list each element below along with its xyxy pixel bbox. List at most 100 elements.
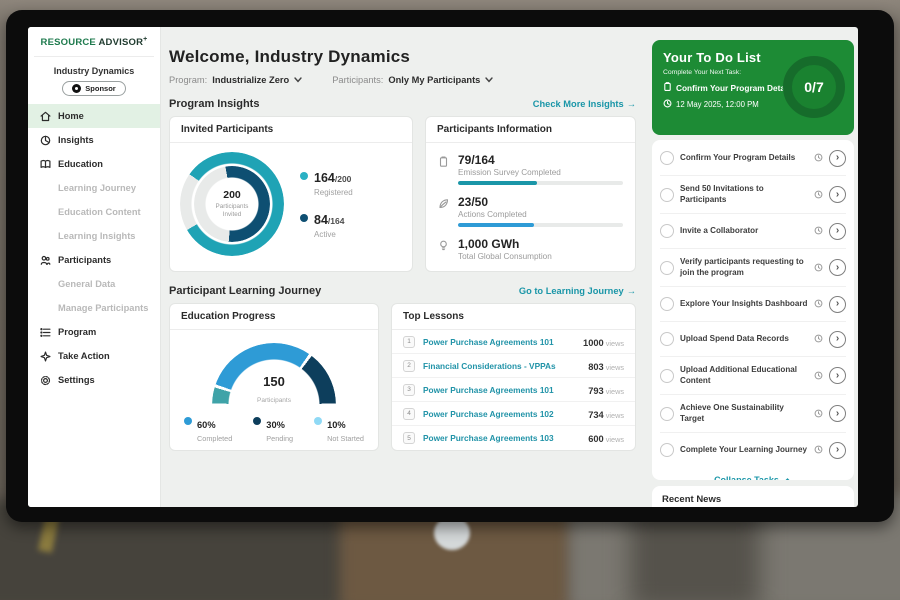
lesson-link[interactable]: Power Purchase Agreements 101 — [423, 385, 580, 395]
check-more-insights-link[interactable]: Check More Insights→ — [533, 99, 636, 109]
task-open-button[interactable]: › — [829, 186, 846, 203]
chevron-up-icon — [783, 478, 792, 480]
lesson-row: 4 Power Purchase Agreements 102 734 view… — [392, 402, 635, 426]
education-progress-card-title: Education Progress — [170, 304, 378, 330]
task-checkbox[interactable] — [660, 261, 674, 275]
chevron-down-icon — [294, 75, 302, 85]
photo-background: RESOURCE ADVISOR+ Industry Dynamics Spon… — [0, 0, 900, 600]
legend-item-pending: 30% Pending — [253, 415, 293, 443]
lesson-link[interactable]: Financial Considerations - VPPAs — [423, 361, 580, 371]
task-row: Complete Your Learning Journey › — [660, 433, 846, 467]
lesson-row: 5 Power Purchase Agreements 103 600 view… — [392, 426, 635, 450]
sidebar-item-home[interactable]: Home — [28, 104, 160, 128]
task-open-button[interactable]: › — [829, 223, 846, 240]
lesson-rank-badge: 1 — [403, 336, 415, 348]
sidebar-item-label: General Data — [58, 279, 115, 289]
todo-progress-ring: 0/7 — [783, 56, 845, 118]
sidebar-item-label: Home — [58, 111, 84, 121]
go-to-learning-journey-link[interactable]: Go to Learning Journey→ — [519, 286, 636, 296]
sidebar-item-label: Participants — [58, 255, 111, 265]
sidebar-item-learning-insights[interactable]: Learning Insights — [28, 224, 160, 248]
task-clock-icon — [814, 405, 823, 423]
education-progress-card: Education Progress 150 Participants — [169, 303, 379, 451]
lesson-row: 2 Financial Considerations - VPPAs 803 v… — [392, 354, 635, 378]
task-clock-icon — [814, 149, 823, 167]
lesson-link[interactable]: Power Purchase Agreements 103 — [423, 433, 580, 443]
task-row: Confirm Your Program Details › — [660, 141, 846, 176]
lesson-rank-badge: 4 — [403, 408, 415, 420]
sidebar-item-label: Take Action — [58, 351, 110, 361]
sidebar: RESOURCE ADVISOR+ Industry Dynamics Spon… — [28, 27, 161, 507]
logo-secondary: ADVISOR — [98, 37, 143, 48]
task-checkbox[interactable] — [660, 224, 674, 238]
task-row: Verify participants requesting to join t… — [660, 249, 846, 287]
task-row: Send 50 Invitations to Participants › — [660, 176, 846, 214]
bulb-icon — [438, 237, 450, 261]
participants-information-card-title: Participants Information — [426, 117, 635, 143]
task-open-button[interactable]: › — [829, 367, 846, 384]
sidebar-item-label: Insights — [58, 135, 94, 145]
insights-icon — [40, 135, 51, 146]
sidebar-item-manage-participants[interactable]: Manage Participants — [28, 296, 160, 320]
lesson-link[interactable]: Power Purchase Agreements 102 — [423, 409, 580, 419]
task-row: Achieve One Sustainability Target › — [660, 395, 846, 433]
education-icon — [40, 159, 51, 170]
take-action-icon — [40, 351, 51, 362]
sidebar-item-label: Manage Participants — [58, 303, 148, 313]
sidebar-item-participants[interactable]: Participants — [28, 248, 160, 272]
task-checkbox[interactable] — [660, 407, 674, 421]
sidebar-item-insights[interactable]: Insights — [28, 128, 160, 152]
logo-primary: RESOURCE — [41, 37, 96, 48]
task-checkbox[interactable] — [660, 369, 674, 383]
task-open-button[interactable]: › — [829, 405, 846, 422]
donut-center-label: Participants Invited — [208, 203, 256, 219]
task-open-button[interactable]: › — [829, 296, 846, 313]
task-checkbox[interactable] — [660, 332, 674, 346]
logo-plus: + — [143, 36, 147, 43]
app-logo[interactable]: RESOURCE ADVISOR+ — [34, 36, 154, 57]
recent-news-title: Recent News — [662, 494, 844, 505]
consumption-row: 1,000 GWh Total Global Consumption — [438, 233, 623, 267]
task-checkbox[interactable] — [660, 188, 674, 202]
emission-survey-row: 79/164 Emission Survey Completed — [438, 149, 623, 191]
sponsor-label: Sponsor — [85, 84, 115, 93]
dashboard-screen: RESOURCE ADVISOR+ Industry Dynamics Spon… — [28, 27, 858, 507]
sidebar-item-settings[interactable]: Settings — [28, 368, 160, 392]
sidebar-item-education-content[interactable]: Education Content — [28, 200, 160, 224]
participants-information-card: Participants Information 79/164 Emission… — [425, 116, 636, 272]
program-dropdown[interactable]: Program: Industrialize Zero — [169, 75, 302, 85]
sidebar-item-education[interactable]: Education — [28, 152, 160, 176]
task-open-button[interactable]: › — [829, 150, 846, 167]
sidebar-item-label: Learning Insights — [58, 231, 135, 241]
settings-icon — [40, 375, 51, 386]
task-open-button[interactable]: › — [829, 331, 846, 348]
actions-progress-bar — [458, 223, 623, 227]
participants-dropdown[interactable]: Participants: Only My Participants — [332, 75, 493, 85]
task-checkbox[interactable] — [660, 443, 674, 457]
todo-tasks-card: Confirm Your Program Details › Send 50 I… — [652, 140, 854, 480]
sidebar-item-learning-journey[interactable]: Learning Journey — [28, 176, 160, 200]
sidebar-item-general-data[interactable]: General Data — [28, 272, 160, 296]
lesson-link[interactable]: Power Purchase Agreements 101 — [423, 337, 575, 347]
legend-item-completed: 60% Completed — [184, 415, 232, 443]
task-open-button[interactable]: › — [829, 442, 846, 459]
task-clock-icon — [814, 441, 823, 459]
legend-dot — [253, 417, 261, 425]
survey-icon — [438, 153, 450, 185]
task-clock-icon — [814, 330, 823, 348]
chevron-down-icon — [485, 75, 493, 85]
invited-participants-donut-chart: 200 Participants Invited — [180, 152, 284, 256]
legend-item-active: 84/164 Active — [300, 211, 353, 239]
sidebar-item-label: Education — [58, 159, 103, 169]
sidebar-item-program[interactable]: Program — [28, 320, 160, 344]
collapse-tasks-link[interactable]: Collapse Tasks — [660, 467, 846, 480]
sidebar-item-take-action[interactable]: Take Action — [28, 344, 160, 368]
legend-item-registered: 164/200 Registered — [300, 169, 353, 197]
task-checkbox[interactable] — [660, 297, 674, 311]
home-icon — [40, 111, 51, 122]
task-open-button[interactable]: › — [829, 259, 846, 276]
learning-journey-title: Participant Learning Journey — [169, 285, 321, 297]
sponsor-badge[interactable]: Sponsor — [62, 81, 125, 96]
filter-bar: Program: Industrialize Zero Participants… — [169, 75, 636, 85]
task-checkbox[interactable] — [660, 151, 674, 165]
